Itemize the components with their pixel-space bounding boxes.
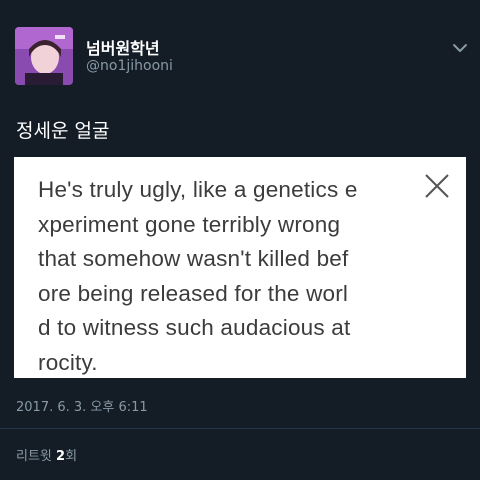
- card-text-line: He's truly ugly, like a genetics e: [38, 177, 358, 202]
- tweet-timestamp[interactable]: 2017. 6. 3. 오후 6:11: [16, 396, 148, 415]
- avatar[interactable]: [15, 27, 73, 85]
- user-avatar-image: [15, 27, 73, 85]
- card-text-line: rocity.: [38, 349, 98, 375]
- card-text-line: xperiment gone terribly wrong: [38, 211, 341, 237]
- card-text-line: ore being released for the worl: [38, 280, 349, 306]
- user-handle[interactable]: @no1jihooni: [86, 58, 173, 74]
- retweet-stats[interactable]: 리트윗 2회: [16, 445, 77, 464]
- retweet-suffix: 회: [65, 449, 78, 464]
- tweet-text: 정세운 얼굴: [16, 120, 110, 142]
- close-icon[interactable]: [424, 173, 450, 199]
- divider: [0, 428, 480, 429]
- retweet-count: 2: [56, 449, 66, 464]
- card-text-line: d to witness such audacious at: [38, 315, 351, 340]
- tweet-detail: 넘버원학년 @no1jihooni 정세운 얼굴 He's truly ugly…: [0, 0, 480, 480]
- retweet-label: 리트윗: [16, 449, 52, 464]
- display-name[interactable]: 넘버원학년: [86, 35, 160, 59]
- card-text-line: that somehow wasn't killed bef: [38, 246, 349, 271]
- image-text-card[interactable]: He's truly ugly, like a genetics e xperi…: [14, 157, 466, 378]
- chevron-down-icon[interactable]: [452, 40, 468, 54]
